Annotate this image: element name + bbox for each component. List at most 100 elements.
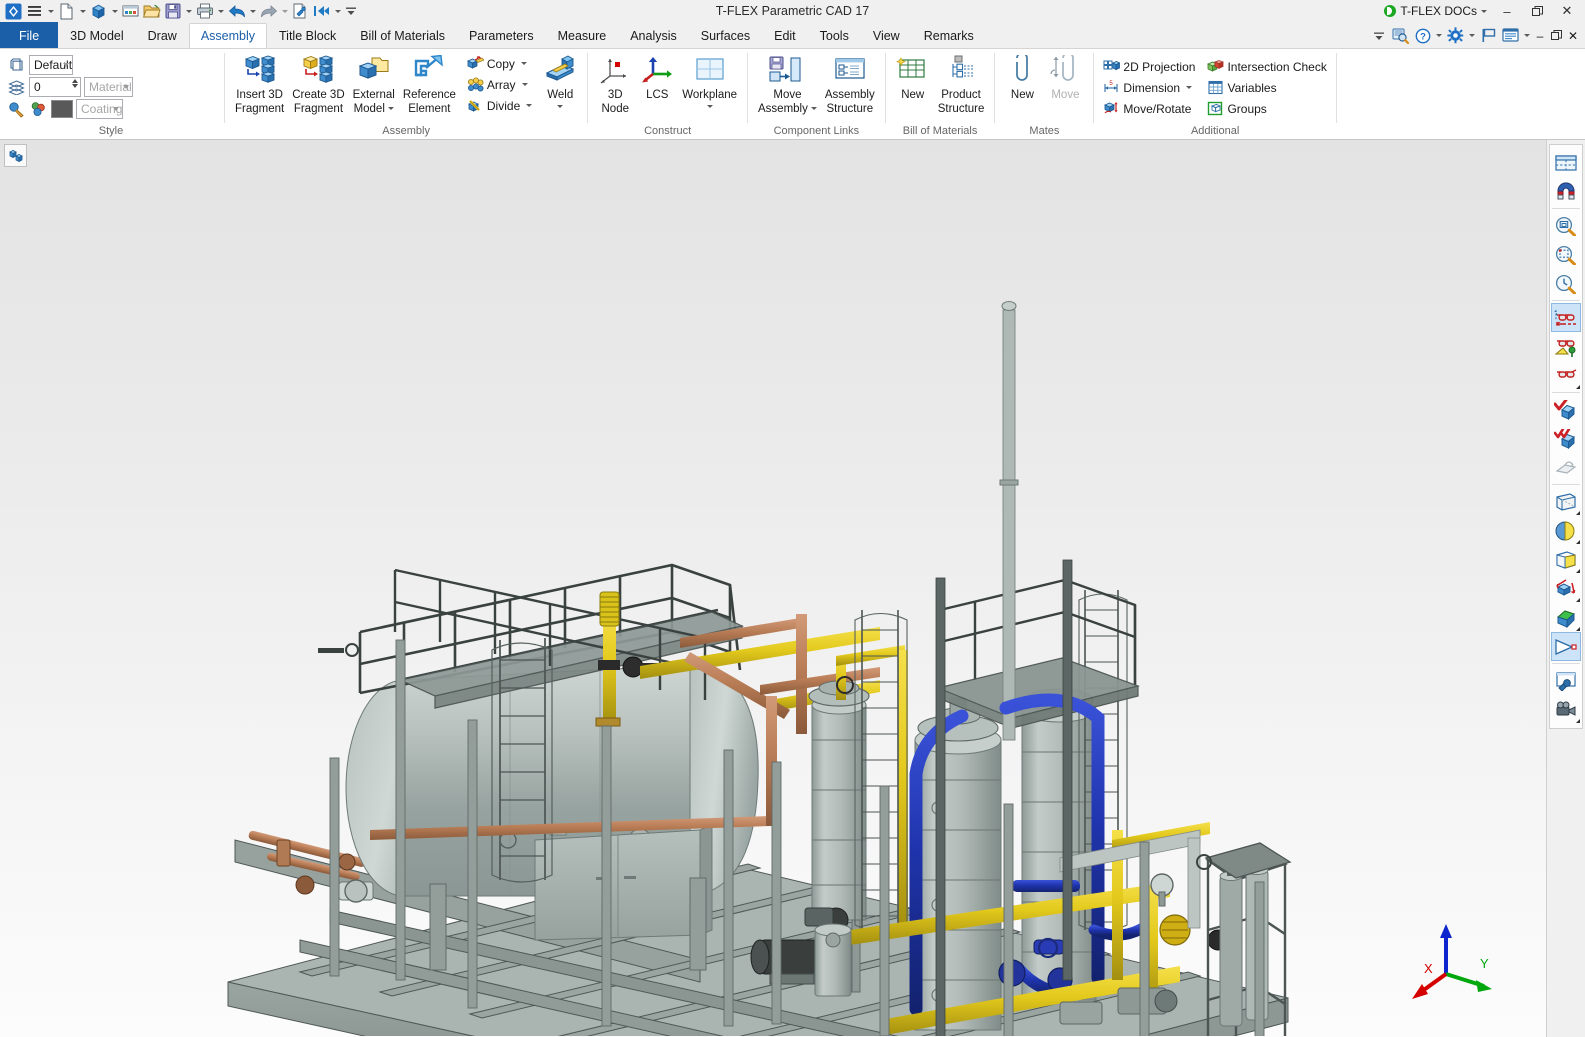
intersection-check-button[interactable]: Intersection Check <box>1204 56 1329 77</box>
3d-node-button[interactable]: 3D Node <box>594 52 636 115</box>
tab-edit[interactable]: Edit <box>762 23 808 48</box>
check-all-solids-icon[interactable] <box>1551 424 1581 453</box>
window-minimize-button[interactable]: – <box>1493 1 1521 21</box>
tab-file[interactable]: File <box>0 22 59 48</box>
wireframe-view-icon[interactable] <box>1551 487 1581 516</box>
measure-tool-icon[interactable] <box>290 1 311 21</box>
save-icon[interactable] <box>162 1 183 21</box>
window-restore-button[interactable] <box>1523 1 1551 21</box>
tab-assembly[interactable]: Assembly <box>188 23 268 48</box>
app-logo-icon[interactable] <box>3 1 24 21</box>
tab-tools[interactable]: Tools <box>808 23 861 48</box>
settings-dropdown-icon[interactable] <box>1467 26 1477 46</box>
window-close-button[interactable]: ✕ <box>1553 1 1581 21</box>
grid-icon[interactable] <box>1551 148 1581 177</box>
tab-title-block[interactable]: Title Block <box>267 23 348 48</box>
doc-minimize-button[interactable]: – <box>1533 26 1547 46</box>
external-model-button[interactable]: External Model <box>349 52 399 115</box>
new-3d-model-dropdown-icon[interactable] <box>109 1 120 21</box>
2d-projection-button[interactable]: 2D Projection <box>1100 56 1198 77</box>
weld-dropdown[interactable] <box>557 102 564 111</box>
chevron-down-icon[interactable] <box>1186 86 1193 89</box>
3d-model-render[interactable] <box>0 140 1546 1036</box>
perspective-camera-icon[interactable] <box>1551 632 1581 661</box>
tab-remarks[interactable]: Remarks <box>912 23 986 48</box>
reference-element-button[interactable]: Reference Element <box>399 52 460 115</box>
zoom-fit-icon[interactable] <box>1551 240 1581 269</box>
create-3d-fragment-button[interactable]: Create 3D Fragment <box>288 52 348 115</box>
doc-restore-button[interactable] <box>1548 26 1564 46</box>
divide-button[interactable]: Divide <box>464 95 535 116</box>
tab-3d-model[interactable]: 3D Model <box>58 23 136 48</box>
zoom-previous-icon[interactable] <box>1551 269 1581 298</box>
menu-icon[interactable] <box>24 1 45 21</box>
tab-analysis[interactable]: Analysis <box>618 23 689 48</box>
material-select[interactable]: Material <box>84 77 133 97</box>
zoom-window-icon[interactable] <box>1551 211 1581 240</box>
assembly-structure-button[interactable]: Assembly Structure <box>821 52 879 115</box>
show-hidden-icon[interactable] <box>1551 332 1581 361</box>
array-button[interactable]: Array <box>464 74 535 95</box>
glasses-visibility-icon[interactable] <box>1551 361 1581 390</box>
insert-3d-fragment-button[interactable]: Insert 3D Fragment <box>231 52 288 115</box>
tflex-docs-button[interactable]: T-FLEX DOCs <box>1380 1 1491 21</box>
settings-gear-icon[interactable] <box>1445 26 1466 46</box>
move-rotate-button[interactable]: Move/Rotate <box>1100 98 1198 119</box>
material-brush-icon[interactable] <box>7 100 26 119</box>
chevron-down-icon[interactable] <box>521 83 528 86</box>
render-quality-icon[interactable] <box>1551 516 1581 545</box>
new-3d-model-icon[interactable] <box>88 1 109 21</box>
color-swatch[interactable] <box>51 100 73 118</box>
new-bom-button[interactable]: New <box>892 52 934 102</box>
lcs-button[interactable]: LCS <box>636 52 678 102</box>
copy-button[interactable]: Copy <box>464 53 535 74</box>
level-stepper[interactable]: 0 <box>29 77 81 97</box>
tab-view[interactable]: View <box>861 23 912 48</box>
tflex-docs-chevron-down-icon[interactable] <box>1481 9 1487 13</box>
transparency-icon[interactable] <box>1551 603 1581 632</box>
menu-dropdown-icon[interactable] <box>45 1 56 21</box>
chevron-down-icon[interactable] <box>387 106 394 110</box>
search-icon[interactable] <box>1390 26 1411 46</box>
tab-bill-of-materials[interactable]: Bill of Materials <box>348 23 457 48</box>
coating-palette-icon[interactable] <box>29 100 48 119</box>
chevron-down-icon[interactable] <box>810 106 817 110</box>
undo-icon[interactable] <box>226 1 247 21</box>
help-dropdown-icon[interactable] <box>1434 26 1444 46</box>
level-spinner-icon[interactable] <box>72 79 78 88</box>
shaded-view-icon[interactable] <box>1551 545 1581 574</box>
hide-element-icon[interactable] <box>1551 303 1581 332</box>
magnet-snap-icon[interactable] <box>1551 177 1581 206</box>
new-assembly-icon[interactable] <box>120 1 141 21</box>
help-icon[interactable]: ? <box>1412 26 1433 46</box>
new-document-icon[interactable] <box>56 1 77 21</box>
new-document-dropdown-icon[interactable] <box>77 1 88 21</box>
ribbon-options-icon[interactable] <box>1368 26 1389 46</box>
workplane-button[interactable]: Workplane <box>678 52 741 111</box>
rollback-dropdown-icon[interactable] <box>332 1 343 21</box>
tab-surfaces[interactable]: Surfaces <box>689 23 762 48</box>
chevron-down-icon[interactable] <box>520 62 527 65</box>
camera-icon[interactable] <box>1551 695 1581 724</box>
coating-select[interactable]: Coating <box>76 99 124 119</box>
rollback-icon[interactable] <box>311 1 332 21</box>
layer-select[interactable]: Default <box>29 55 74 75</box>
tab-measure[interactable]: Measure <box>546 23 619 48</box>
check-solid-icon[interactable] <box>1551 395 1581 424</box>
view-settings-icon[interactable] <box>1551 666 1581 695</box>
move-assembly-button[interactable]: Move Assembly <box>754 52 821 115</box>
print-dropdown-icon[interactable] <box>215 1 226 21</box>
dimension-button[interactable]: 5 Dimension <box>1100 77 1198 98</box>
groups-button[interactable]: Groups <box>1204 98 1329 119</box>
coordinate-display-icon[interactable] <box>1551 574 1581 603</box>
move-mate-button[interactable]: Move <box>1043 52 1087 102</box>
doc-close-button[interactable]: ✕ <box>1565 26 1581 46</box>
customize-qat-icon[interactable] <box>343 1 359 21</box>
chevron-down-icon[interactable] <box>526 104 533 107</box>
redo-dropdown-icon[interactable] <box>279 1 290 21</box>
workplane-dropdown[interactable] <box>706 102 713 111</box>
variables-button[interactable]: Variables <box>1204 77 1329 98</box>
open-icon[interactable] <box>141 1 162 21</box>
save-dropdown-icon[interactable] <box>183 1 194 21</box>
redo-icon[interactable] <box>258 1 279 21</box>
